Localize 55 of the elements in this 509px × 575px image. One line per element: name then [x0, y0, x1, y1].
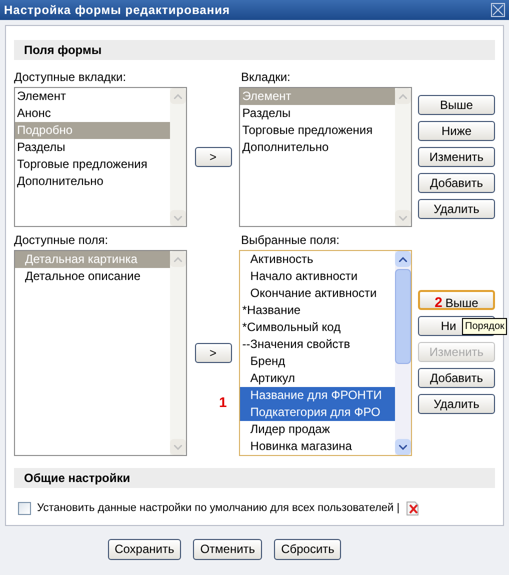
window-title: Настройка формы редактирования — [4, 2, 230, 19]
action-button[interactable]: Ниже — [418, 121, 495, 141]
field-label: Доступные вкладки: — [14, 69, 128, 86]
list-item[interactable]: --Значения свойств — [240, 336, 395, 353]
field-label: Вкладки: — [241, 69, 290, 86]
field-label: Доступные поля: — [14, 232, 110, 249]
action-button[interactable]: Удалить — [418, 199, 495, 219]
list-item[interactable]: Название для ФРОНТИ — [240, 387, 395, 404]
checkbox-label: Установить данные настройки по умолчанию для всех пользователей | — [37, 501, 400, 516]
footer-button[interactable]: Сбросить — [274, 538, 342, 560]
list-item[interactable]: Дополнительно — [240, 139, 395, 156]
field-label: Выбранные поля: — [241, 232, 340, 249]
list-item[interactable]: Подкатегория для ФРО — [240, 404, 395, 421]
list-item[interactable]: Торговые предложения — [240, 122, 395, 139]
section-header: Общие настройки — [14, 468, 495, 488]
move-button[interactable]: > — [194, 147, 232, 167]
list-box[interactable]: Элемент Разделы Торговые предложения Дополнительно — [239, 87, 412, 227]
scroll-down-icon[interactable] — [399, 444, 407, 450]
list-item[interactable]: Начало активности — [240, 268, 395, 285]
action-button[interactable]: Удалить — [418, 394, 495, 414]
tooltip: Порядок — [462, 318, 508, 335]
footer-button[interactable]: Отменить — [193, 538, 262, 560]
list-box[interactable]: Активность Начало активности Окончание активности *Название *Символьный код --Значения свойств Бренд Артикул Название для ФРОНТИ Подкатегория для ФРО Лидер продаж Новинка магазина — [239, 250, 412, 456]
list-item[interactable]: Элемент — [15, 88, 170, 105]
list-item[interactable]: Дополнительно — [15, 173, 170, 190]
footer-button[interactable]: Сохранить — [108, 538, 182, 560]
delete-document-icon[interactable] — [406, 500, 420, 516]
action-button[interactable]: 2 Выше — [418, 290, 495, 310]
action-button[interactable]: Добавить — [418, 368, 495, 388]
list-item[interactable]: Торговые предложения — [15, 156, 170, 173]
list-item[interactable]: Разделы — [240, 105, 395, 122]
list-item[interactable]: *Название — [240, 302, 395, 319]
action-button[interactable]: Выше — [418, 95, 495, 115]
close-icon[interactable] — [491, 3, 505, 17]
action-button[interactable]: Добавить — [418, 173, 495, 193]
list-box[interactable]: Детальная картинка Детальное описание — [14, 250, 187, 456]
list-item[interactable]: Артикул — [240, 370, 395, 387]
list-item[interactable]: Анонс — [15, 105, 170, 122]
scrollbar[interactable] — [395, 251, 411, 455]
list-item[interactable]: Детальное описание — [15, 268, 170, 285]
section-header: Поля формы — [14, 40, 495, 60]
move-button[interactable]: > — [194, 343, 232, 363]
list-item[interactable]: Активность — [240, 251, 395, 268]
action-button[interactable]: Изменить — [418, 147, 495, 167]
list-item[interactable]: Разделы — [15, 139, 170, 156]
list-item[interactable]: Окончание активности — [240, 285, 395, 302]
scroll-up-icon[interactable] — [399, 256, 407, 262]
list-box[interactable]: Элемент Анонс Подробно Разделы Торговые предложения Дополнительно — [14, 87, 187, 227]
list-item[interactable]: Лидер продаж — [240, 421, 395, 438]
annotation-number: 1 — [219, 393, 227, 412]
list-item[interactable]: *Символьный код — [240, 319, 395, 336]
annotation-number: 2 — [434, 294, 442, 310]
list-item[interactable]: Новинка магазина — [240, 438, 395, 455]
checkbox[interactable] — [18, 502, 31, 515]
list-item[interactable]: Бренд — [240, 353, 395, 370]
